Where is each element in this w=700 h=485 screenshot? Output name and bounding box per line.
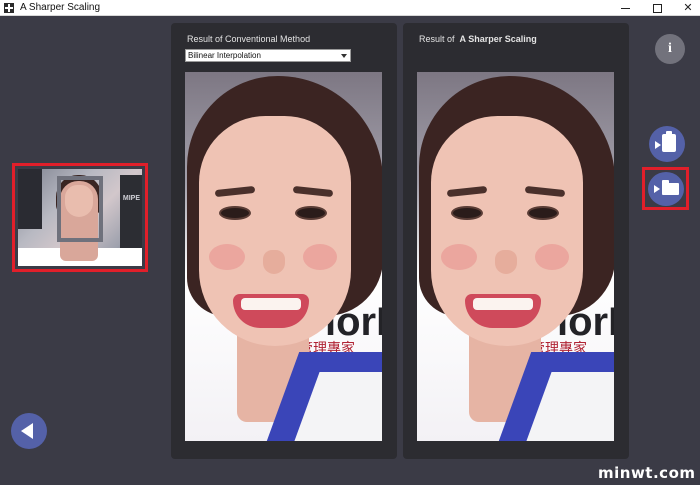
- thumbnail-background: [18, 169, 42, 229]
- conventional-result-image: iorEx 管理專家: [185, 72, 382, 441]
- close-button[interactable]: ✕: [674, 0, 700, 16]
- arrow-right-icon: [655, 141, 661, 149]
- back-button[interactable]: [11, 413, 47, 449]
- info-button[interactable]: i: [655, 34, 685, 64]
- back-arrow-icon: [21, 423, 33, 439]
- window-title: A Sharper Scaling: [20, 2, 101, 13]
- source-thumbnail[interactable]: MIPE: [18, 169, 142, 266]
- maximize-icon: [652, 4, 662, 13]
- chevron-down-icon: [341, 54, 347, 58]
- arrow-right-icon: [654, 185, 660, 193]
- method-select-value: Bilinear Interpolation: [188, 51, 261, 60]
- source-thumbnail-highlight: MIPE: [12, 163, 148, 272]
- folder-icon: [662, 180, 679, 195]
- watermark-text: minwt.com: [598, 464, 696, 482]
- open-file-highlight: [642, 167, 689, 210]
- sharper-result-panel: Result of A Sharper Scaling iorEx 管理專家: [403, 23, 629, 459]
- minimize-button[interactable]: [611, 0, 639, 16]
- sharper-panel-label-emphasis: A Sharper Scaling: [459, 34, 537, 44]
- method-select[interactable]: Bilinear Interpolation: [185, 49, 351, 62]
- sharper-panel-label: Result of A Sharper Scaling: [419, 34, 537, 44]
- maximize-button[interactable]: [643, 0, 671, 16]
- thumbnail-sign-text: MIPE: [122, 195, 140, 202]
- clipboard-icon: [662, 131, 676, 152]
- sharper-panel-label-prefix: Result of: [419, 34, 455, 44]
- open-file-button[interactable]: [648, 172, 684, 206]
- minimize-icon: [620, 8, 630, 9]
- conventional-panel-label: Result of Conventional Method: [187, 34, 311, 44]
- conventional-result-panel: Result of Conventional Method Bilinear I…: [171, 23, 397, 459]
- sharper-result-image: iorEx 管理專家: [417, 72, 614, 441]
- paste-image-button[interactable]: [649, 126, 685, 162]
- crop-selection-box[interactable]: [57, 176, 103, 242]
- app-icon: [4, 3, 14, 13]
- title-bar: A Sharper Scaling ✕: [0, 0, 700, 16]
